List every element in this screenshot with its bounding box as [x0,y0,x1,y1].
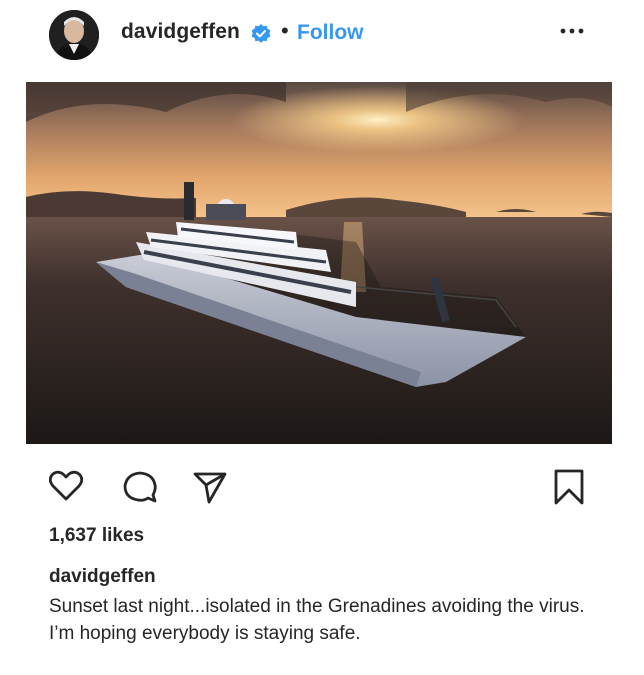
avatar-image [49,10,99,60]
heart-icon[interactable] [49,470,83,502]
more-options-icon[interactable] [557,24,587,38]
yacht-sunset-photo [26,82,612,444]
username[interactable]: davidgeffen [121,20,240,44]
post-header: davidgeffen • Follow [0,0,644,72]
separator-dot: • [281,18,289,43]
comment-icon[interactable] [122,470,158,504]
avatar[interactable] [49,10,99,60]
share-icon[interactable] [192,470,228,504]
caption-text: Sunset last night...isolated in the Gren… [49,596,585,644]
follow-button[interactable]: Follow [297,21,364,45]
verified-badge-icon [251,24,271,43]
caption-username[interactable]: davidgeffen [49,566,156,588]
likes-count[interactable]: 1,637 likes [49,525,144,547]
bookmark-icon[interactable] [552,468,586,506]
post-image[interactable] [26,82,612,444]
